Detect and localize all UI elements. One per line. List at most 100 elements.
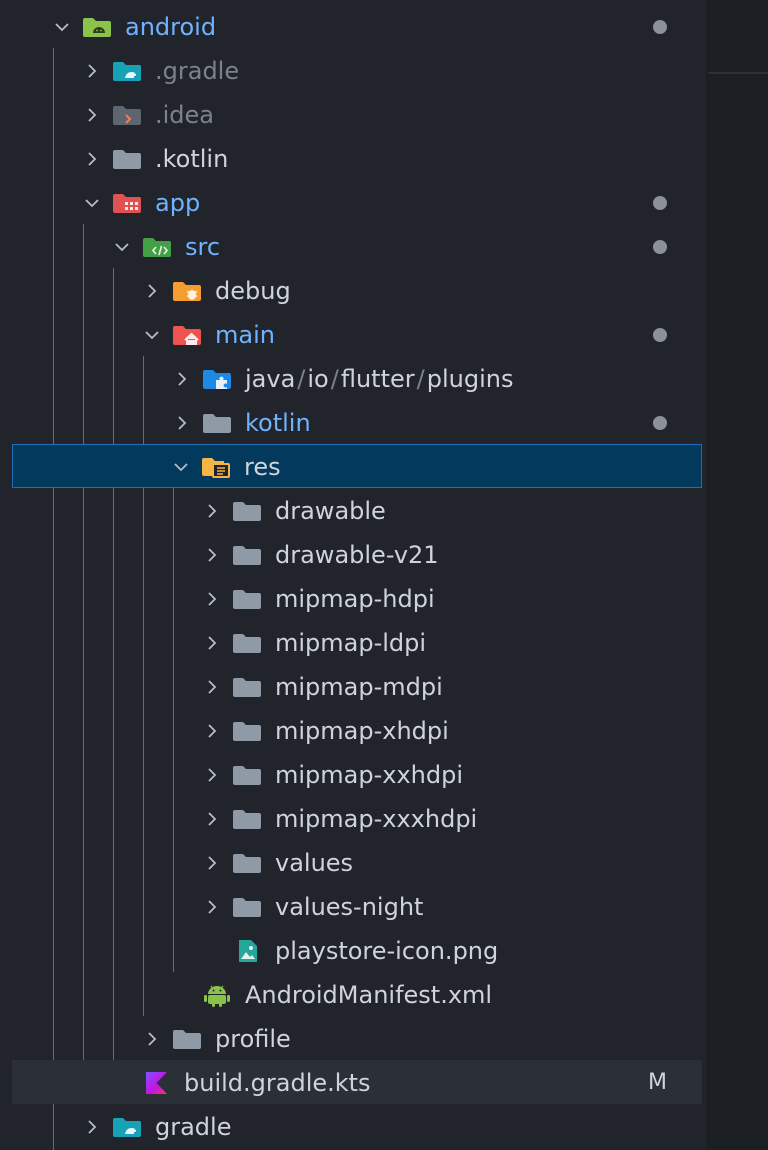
tree-item-label: build.gradle.kts <box>184 1069 371 1097</box>
tree-item-label: values-night <box>275 893 424 921</box>
modified-dot-icon <box>653 20 667 34</box>
tree-item-label: playstore-icon.png <box>275 937 499 965</box>
tree-item-label: .kotlin <box>155 145 229 173</box>
chevron-right-icon[interactable] <box>143 1030 161 1048</box>
chevron-right-icon[interactable] <box>203 722 221 740</box>
chevron-right-icon[interactable] <box>83 1118 101 1136</box>
folder-icon <box>231 851 263 875</box>
debug-folder-icon <box>171 279 203 303</box>
folder-icon <box>231 675 263 699</box>
tree-item-mipmap-mdpi[interactable]: mipmap-mdpi <box>0 664 702 708</box>
tree-item-kotlin[interactable]: .kotlin <box>0 136 702 180</box>
tree-item-idea[interactable]: .idea <box>0 92 702 136</box>
path-segment: flutter <box>340 365 415 393</box>
chevron-down-icon[interactable] <box>83 194 101 212</box>
folder-icon <box>231 719 263 743</box>
tree-item-src[interactable]: src <box>0 224 702 268</box>
tree-item-kotlin[interactable]: kotlin <box>0 400 702 444</box>
tree-item-label: mipmap-hdpi <box>275 585 435 613</box>
tree-item-res[interactable]: res <box>12 444 702 488</box>
tree-item-drawable[interactable]: drawable <box>0 488 702 532</box>
tree-item-gradle[interactable]: gradle <box>0 1104 702 1148</box>
tree-item-main[interactable]: main <box>0 312 702 356</box>
folder-icon <box>231 631 263 655</box>
tree-item-debug[interactable]: debug <box>0 268 702 312</box>
path-separator: / <box>330 365 339 393</box>
chevron-right-icon[interactable] <box>83 150 101 168</box>
tree-item-label: drawable-v21 <box>275 541 439 569</box>
res-folder-icon <box>200 455 232 479</box>
tree-item-mipmap-hdpi[interactable]: mipmap-hdpi <box>0 576 702 620</box>
image-file-icon <box>231 939 263 963</box>
android-file-icon <box>201 983 233 1007</box>
chevron-right-icon[interactable] <box>173 414 191 432</box>
tree-item-gradle[interactable]: .gradle <box>0 48 702 92</box>
folder-icon <box>231 587 263 611</box>
chevron-right-icon[interactable] <box>173 370 191 388</box>
chevron-right-icon[interactable] <box>203 634 221 652</box>
tree-item-playstore-icon-png[interactable]: playstore-icon.png <box>0 928 702 972</box>
plugin-folder-icon <box>201 367 233 391</box>
chevron-right-icon[interactable] <box>83 106 101 124</box>
chevron-right-icon[interactable] <box>203 766 221 784</box>
tree-item-mipmap-xhdpi[interactable]: mipmap-xhdpi <box>0 708 702 752</box>
tree-item-build-gradle-kts[interactable]: build.gradle.kts M <box>12 1060 702 1104</box>
path-separator: / <box>297 365 306 393</box>
chevron-right-icon[interactable] <box>203 502 221 520</box>
tree-item-label: .gradle <box>155 57 240 85</box>
chevron-right-icon[interactable] <box>203 590 221 608</box>
tree-item-label: android <box>125 13 217 41</box>
folder-icon <box>171 1027 203 1051</box>
tree-item-mipmap-xxxhdpi[interactable]: mipmap-xxxhdpi <box>0 796 702 840</box>
tree-item-label: mipmap-mdpi <box>275 673 443 701</box>
chevron-right-icon[interactable] <box>203 898 221 916</box>
tree-item-values[interactable]: values <box>0 840 702 884</box>
tree-item-drawable-v21[interactable]: drawable-v21 <box>0 532 702 576</box>
path-segment: java <box>245 365 296 393</box>
git-status-badge: M <box>648 1070 667 1095</box>
tree-item-java-io-flutter-plugins[interactable]: java/io/flutter/plugins <box>0 356 702 400</box>
main-folder-icon <box>171 323 203 347</box>
tree-item-profile[interactable]: profile <box>0 1016 702 1060</box>
chevron-down-icon[interactable] <box>143 326 161 344</box>
folder-icon <box>231 895 263 919</box>
tree-item-label: AndroidManifest.xml <box>245 981 493 1009</box>
chevron-right-icon[interactable] <box>203 546 221 564</box>
tree-item-label: mipmap-ldpi <box>275 629 427 657</box>
chevron-down-icon[interactable] <box>172 458 190 476</box>
android-folder-icon <box>81 15 113 39</box>
file-explorer-tree: android .gradle .idea .kotlin app src deb… <box>0 0 706 1150</box>
tree-item-label: values <box>275 849 354 877</box>
folder-icon <box>231 807 263 831</box>
tree-item-mipmap-xxhdpi[interactable]: mipmap-xxhdpi <box>0 752 702 796</box>
tree-item-label: kotlin <box>245 409 311 437</box>
chevron-down-icon[interactable] <box>113 238 131 256</box>
tree-item-app[interactable]: app <box>0 180 702 224</box>
chevron-right-icon[interactable] <box>203 854 221 872</box>
path-segment: plugins <box>426 365 514 393</box>
folder-icon <box>231 763 263 787</box>
tree-item-label: java/io/flutter/plugins <box>245 364 513 394</box>
gradle-folder-icon <box>111 1115 143 1139</box>
chevron-right-icon[interactable] <box>203 810 221 828</box>
tree-item-label: mipmap-xxxhdpi <box>275 805 478 833</box>
chevron-right-icon[interactable] <box>143 282 161 300</box>
panel-divider <box>708 72 768 74</box>
folder-icon <box>111 147 143 171</box>
modified-dot-icon <box>653 416 667 430</box>
modified-dot-icon <box>653 328 667 342</box>
tree-item-label: drawable <box>275 497 386 525</box>
tree-item-android[interactable]: android <box>0 4 702 48</box>
tree-item-androidmanifest-xml[interactable]: AndroidManifest.xml <box>0 972 702 1016</box>
chevron-right-icon[interactable] <box>83 62 101 80</box>
chevron-down-icon[interactable] <box>53 18 71 36</box>
modified-dot-icon <box>653 240 667 254</box>
tree-item-label: debug <box>215 277 291 305</box>
chevron-right-icon[interactable] <box>203 678 221 696</box>
app-folder-icon <box>111 191 143 215</box>
tree-item-label: res <box>244 453 281 481</box>
tree-item-values-night[interactable]: values-night <box>0 884 702 928</box>
tree-item-mipmap-ldpi[interactable]: mipmap-ldpi <box>0 620 702 664</box>
folder-icon <box>231 543 263 567</box>
tree-item-label: main <box>215 321 275 349</box>
